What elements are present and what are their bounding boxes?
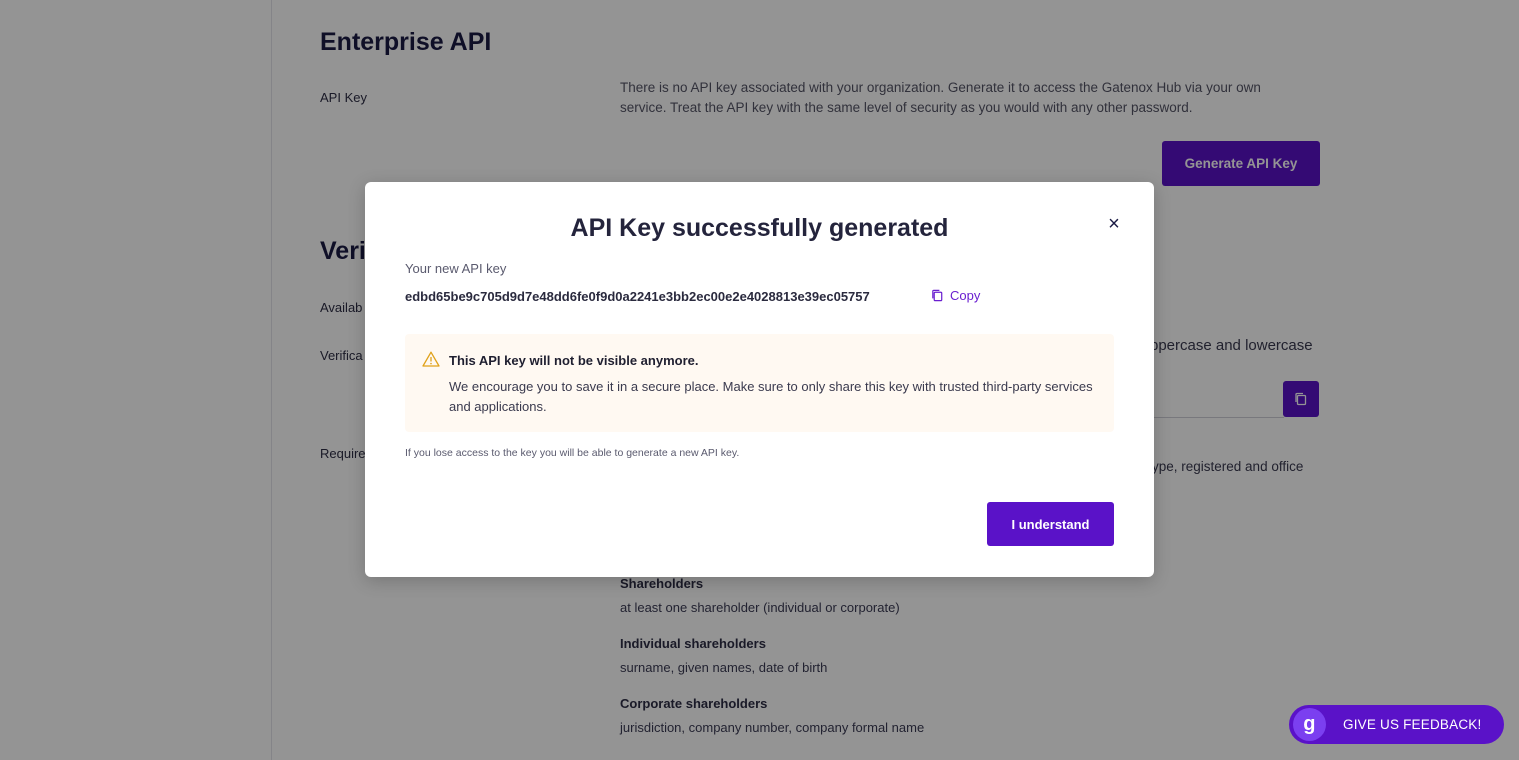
i-understand-button[interactable]: I understand: [987, 502, 1114, 546]
copy-icon: [932, 289, 943, 302]
api-key-value: edbd65be9c705d9d7e48dd6fe0f9d0a2241e3bb2…: [405, 289, 870, 304]
api-key-caption: Your new API key: [405, 261, 507, 276]
copy-label: Copy: [950, 288, 981, 303]
close-icon[interactable]: ×: [1105, 214, 1123, 234]
feedback-button[interactable]: g GIVE US FEEDBACK!: [1289, 705, 1504, 744]
warning-body: We encourage you to save it in a secure …: [449, 379, 1093, 414]
dialog-title: API Key successfully generated: [570, 214, 949, 242]
warning-title: This API key will not be visible anymore…: [449, 353, 699, 368]
api-key-dialog: API Key successfully generated × Your ne…: [365, 182, 1154, 577]
gatenox-logo-icon: g: [1293, 708, 1326, 741]
warning-icon: [422, 351, 440, 367]
regenerate-note: If you lose access to the key you will b…: [405, 447, 740, 459]
copy-key-button[interactable]: Copy: [930, 288, 980, 303]
feedback-label: GIVE US FEEDBACK!: [1343, 717, 1482, 732]
warning-callout: This API key will not be visible anymore…: [405, 334, 1114, 432]
